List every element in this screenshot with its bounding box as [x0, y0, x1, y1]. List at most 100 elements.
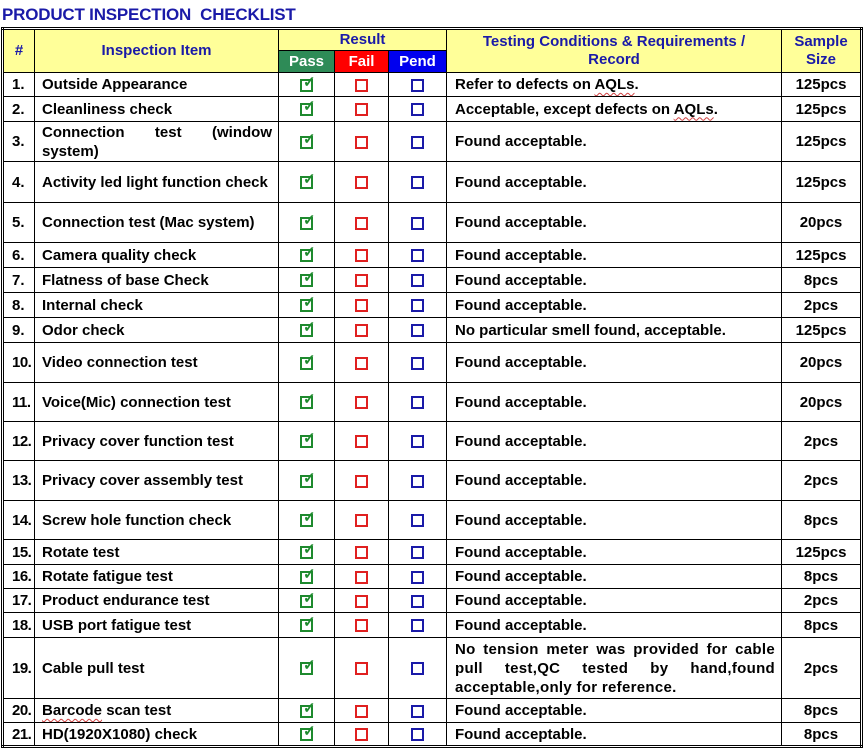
result-pend-cell [388, 588, 447, 613]
pass-checkbox-checked-icon[interactable]: ✓ [300, 724, 316, 742]
inspection-item: Connection test (Mac system) [34, 202, 279, 243]
result-fail-cell [334, 317, 389, 343]
result-pend-cell [388, 242, 447, 268]
fail-checkbox-icon[interactable] [355, 662, 368, 676]
row-number: 12. [2, 421, 35, 461]
fail-checkbox-icon[interactable] [355, 546, 368, 560]
pend-checkbox-icon[interactable] [411, 216, 424, 230]
pend-checkbox-icon[interactable] [411, 249, 424, 263]
pass-checkbox-checked-icon[interactable]: ✓ [300, 353, 316, 370]
pend-checkbox-icon[interactable] [411, 728, 424, 742]
pass-checkbox-checked-icon[interactable]: ✓ [300, 392, 316, 410]
pass-checkbox-checked-icon[interactable]: ✓ [300, 510, 316, 528]
inspection-item: Internal check [34, 292, 279, 318]
fail-checkbox-icon[interactable] [355, 474, 368, 488]
fail-checkbox-icon[interactable] [355, 570, 368, 584]
fail-checkbox-icon[interactable] [355, 299, 368, 313]
pend-checkbox-icon[interactable] [411, 570, 424, 584]
pass-checkbox-checked-icon[interactable]: ✓ [300, 658, 316, 676]
fail-checkbox-icon[interactable] [355, 135, 368, 149]
pend-checkbox-icon[interactable] [411, 514, 424, 528]
pass-checkbox-checked-icon[interactable]: ✓ [300, 132, 316, 149]
pend-checkbox-icon[interactable] [411, 356, 424, 370]
fail-checkbox-icon[interactable] [355, 216, 368, 230]
pass-checkbox-checked-icon[interactable]: ✓ [300, 245, 316, 263]
pend-checkbox-icon[interactable] [411, 135, 424, 149]
sample-size: 8pcs [781, 564, 862, 589]
pass-checkbox-checked-icon[interactable]: ✓ [300, 591, 316, 608]
inspection-item-label: Rotate test [42, 543, 120, 561]
row-number: 8. [2, 292, 35, 318]
result-pend-cell [388, 292, 447, 318]
inspection-item: USB port fatigue test [34, 612, 279, 638]
fail-checkbox-icon[interactable] [355, 594, 368, 608]
sample-size: 125pcs [781, 96, 862, 122]
result-pass-cell: ✓ [278, 292, 335, 318]
pend-checkbox-icon[interactable] [411, 103, 424, 117]
inspection-checklist-table: # Inspection Item Result Testing Conditi… [1, 27, 863, 748]
pass-checkbox-checked-icon[interactable]: ✓ [300, 431, 316, 449]
fail-checkbox-icon[interactable] [355, 728, 368, 742]
table-row: 20. Barcode scan test ✓ Found acceptable. 8p… [2, 698, 862, 723]
pass-checkbox-checked-icon[interactable]: ✓ [300, 75, 316, 92]
fail-checkbox-icon[interactable] [355, 78, 368, 92]
pend-checkbox-icon[interactable] [411, 594, 424, 608]
fail-checkbox-icon[interactable] [355, 324, 368, 338]
pend-checkbox-icon[interactable] [411, 474, 424, 488]
fail-checkbox-icon[interactable] [355, 619, 368, 633]
pend-checkbox-icon[interactable] [411, 324, 424, 338]
checkmark-icon: ✓ [303, 509, 316, 527]
pass-checkbox-checked-icon[interactable]: ✓ [300, 172, 316, 190]
result-pass-cell: ✓ [278, 382, 335, 422]
pass-checkbox-checked-icon[interactable]: ✓ [300, 542, 316, 560]
pass-checkbox-checked-icon[interactable]: ✓ [300, 701, 316, 718]
pend-checkbox-icon[interactable] [411, 435, 424, 449]
fail-checkbox-icon[interactable] [355, 274, 368, 288]
fail-checkbox-icon[interactable] [355, 176, 368, 190]
pass-checkbox-checked-icon[interactable]: ✓ [300, 295, 316, 313]
testing-conditions: Found acceptable. [446, 539, 782, 565]
pend-checkbox-icon[interactable] [411, 704, 424, 718]
result-fail-cell [334, 267, 389, 293]
result-fail-cell [334, 342, 389, 383]
pend-checkbox-icon[interactable] [411, 78, 424, 92]
fail-checkbox-icon[interactable] [355, 356, 368, 370]
fail-checkbox-icon[interactable] [355, 435, 368, 449]
pass-checkbox-checked-icon[interactable]: ✓ [300, 471, 316, 488]
fail-checkbox-icon[interactable] [355, 249, 368, 263]
checkmark-icon: ✓ [303, 319, 316, 337]
header-testing-conditions: Testing Conditions & Requirements / Reco… [446, 28, 782, 73]
pass-checkbox-checked-icon[interactable]: ✓ [300, 99, 316, 117]
fail-checkbox-icon[interactable] [355, 396, 368, 410]
checkmark-icon: ✓ [303, 614, 316, 632]
result-pass-cell: ✓ [278, 698, 335, 723]
fail-checkbox-icon[interactable] [355, 103, 368, 117]
pend-checkbox-icon[interactable] [411, 546, 424, 560]
result-pend-cell [388, 637, 447, 699]
fail-checkbox-icon[interactable] [355, 704, 368, 718]
inspection-item-label: Cleanliness check [42, 100, 173, 118]
pend-checkbox-icon[interactable] [411, 662, 424, 676]
sample-size: 8pcs [781, 612, 862, 638]
pend-checkbox-icon[interactable] [411, 274, 424, 288]
inspection-item: Camera quality check [34, 242, 279, 268]
fail-checkbox-icon[interactable] [355, 514, 368, 528]
pass-checkbox-checked-icon[interactable]: ✓ [300, 320, 316, 338]
checkmark-icon: ✓ [303, 269, 316, 287]
pend-checkbox-icon[interactable] [411, 396, 424, 410]
pend-checkbox-icon[interactable] [411, 176, 424, 190]
pend-checkbox-icon[interactable] [411, 619, 424, 633]
pass-checkbox-checked-icon[interactable]: ✓ [300, 567, 316, 584]
result-fail-cell [334, 722, 389, 747]
pass-checkbox-checked-icon[interactable]: ✓ [300, 213, 316, 230]
pend-checkbox-icon[interactable] [411, 299, 424, 313]
header-inspection-item: Inspection Item [34, 28, 279, 73]
result-pend-cell [388, 722, 447, 747]
result-fail-cell [334, 242, 389, 268]
testing-conditions: Acceptable, except defects on AQLs. [446, 96, 782, 122]
result-fail-cell [334, 202, 389, 243]
pass-checkbox-checked-icon[interactable]: ✓ [300, 615, 316, 633]
inspection-item-label: Connection test (Mac system) [42, 214, 255, 231]
result-fail-cell [334, 612, 389, 638]
pass-checkbox-checked-icon[interactable]: ✓ [300, 270, 316, 288]
